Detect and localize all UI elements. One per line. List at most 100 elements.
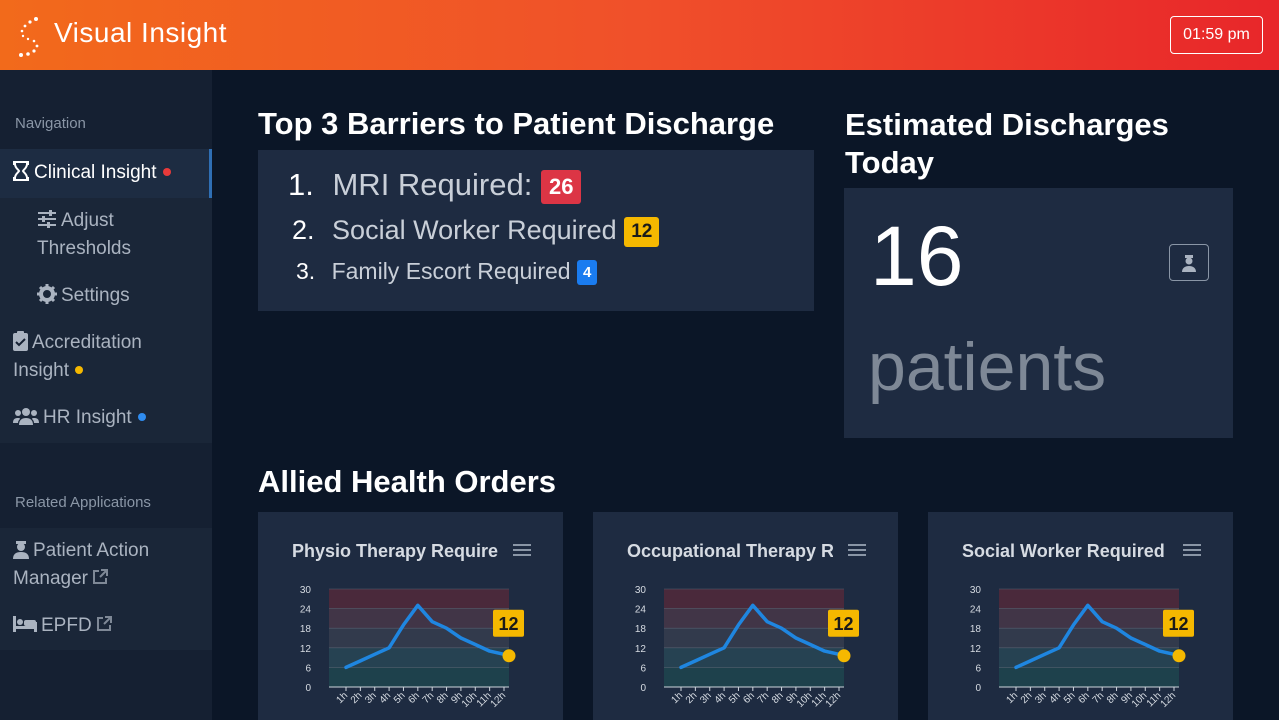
allied-title: Allied Health Orders <box>258 464 557 499</box>
alert-dot <box>137 412 146 421</box>
card-title: Social Worker Required <box>962 541 1165 561</box>
barrier-item-2: 2. Social Worker Required 12 <box>292 215 660 247</box>
alert-dot <box>162 167 171 176</box>
app-title: Visual Insight <box>54 17 228 48</box>
sidebar: Navigation Clinical Insight Adjust Thres… <box>0 70 212 720</box>
allied-card-social-worker: Social Worker Required 0 6 12 18 24 30 1h 2h 3h 4… <box>928 512 1233 720</box>
barrier-count-badge: 26 <box>540 169 582 204</box>
y-tick-label: 30 <box>300 585 312 596</box>
barrier-count-badge: 12 <box>624 216 660 247</box>
y-tick-label: 30 <box>970 585 982 596</box>
y-tick-label: 18 <box>300 624 312 635</box>
users-icon <box>13 407 39 425</box>
y-tick-label: 6 <box>975 663 981 674</box>
allied-card-occupational: Occupational Therapy Required 0 6 12 18 24 30… <box>593 512 898 720</box>
trend-chart: 06121824301h2h3h4h5h6h7h8h9h10h11h12h12 <box>635 585 859 710</box>
discharges-unit: patients <box>868 329 1107 405</box>
discharges-value: 16 <box>870 209 964 303</box>
x-tick-label: 12h <box>824 690 844 710</box>
barriers-panel: 1. MRI Required: 26 2. Social Worker Req… <box>258 150 814 311</box>
discharges-panel: 16 patients <box>844 188 1233 438</box>
barrier-label: Social Worker Required <box>332 215 617 245</box>
threshold-band <box>329 628 509 648</box>
barrier-label: MRI Required: <box>332 167 533 202</box>
y-tick-label: 6 <box>305 663 311 674</box>
barriers-title: Top 3 Barriers to Patient Discharge <box>258 106 775 141</box>
card-title: Occupational Therapy Required <box>627 541 833 561</box>
sidebar-heading-navigation: Navigation <box>15 115 86 132</box>
barrier-item-3: 3. Family Escort Required 4 <box>296 258 598 286</box>
patient-list-button[interactable] <box>1169 244 1209 281</box>
y-tick-label: 30 <box>635 585 647 596</box>
clock-display: 01:59 pm <box>1170 16 1263 54</box>
sidebar-item-settings[interactable]: Settings <box>37 282 130 310</box>
barrier-rank: 3. <box>296 258 316 284</box>
sidebar-item-label: Settings <box>61 285 130 306</box>
sidebar-heading-related: Related Applications <box>15 494 151 511</box>
external-link-icon <box>96 616 112 632</box>
app-header: Visual Insight 01:59 pm <box>0 0 1279 70</box>
threshold-band <box>999 667 1179 687</box>
x-tick-label: 12h <box>1159 690 1179 710</box>
threshold-band <box>664 667 844 687</box>
barrier-rank: 2. <box>292 215 315 245</box>
external-link-icon <box>93 569 108 585</box>
current-value-label: 12 <box>498 614 518 634</box>
x-tick-label: 12h <box>489 690 509 710</box>
current-value-label: 12 <box>1168 614 1188 634</box>
y-tick-label: 12 <box>635 644 647 655</box>
threshold-band <box>664 608 844 629</box>
threshold-band <box>329 608 509 629</box>
y-tick-label: 0 <box>640 683 646 694</box>
threshold-band <box>999 628 1179 648</box>
spiral-logo-icon <box>19 17 39 57</box>
sidebar-item-hr-insight[interactable]: HR Insight <box>13 404 146 432</box>
hourglass-icon <box>13 160 29 181</box>
threshold-band <box>664 628 844 648</box>
sliders-icon <box>38 209 56 228</box>
hamburger-menu-icon[interactable] <box>848 543 866 557</box>
trend-chart: 06121824301h2h3h4h5h6h7h8h9h10h11h12h12 <box>970 585 1194 710</box>
gear-icon <box>37 283 57 304</box>
y-tick-label: 18 <box>970 624 982 635</box>
barrier-item-1: 1. MRI Required: 26 <box>288 167 582 204</box>
current-value-marker <box>837 649 851 663</box>
sidebar-item-epfd[interactable]: EPFD <box>13 612 112 640</box>
hamburger-menu-icon[interactable] <box>1183 543 1201 557</box>
y-tick-label: 24 <box>300 605 312 616</box>
barrier-rank: 1. <box>288 167 314 202</box>
hamburger-menu-icon[interactable] <box>513 543 531 557</box>
sidebar-item-label: Patient Action Manager <box>13 540 150 589</box>
user-nurse-icon <box>13 540 29 559</box>
sidebar-item-patient-action-manager[interactable]: Patient Action Manager <box>13 537 198 593</box>
sidebar-item-label: HR Insight <box>43 407 132 428</box>
threshold-band <box>999 608 1179 629</box>
bed-icon <box>13 615 37 632</box>
current-value-marker <box>502 649 516 663</box>
y-tick-label: 12 <box>970 644 982 655</box>
discharges-title: Estimated Discharges Today <box>845 107 1169 180</box>
current-value-marker <box>1172 649 1186 663</box>
card-title: Physio Therapy Required <box>292 541 498 561</box>
trend-chart: 06121824301h2h3h4h5h6h7h8h9h10h11h12h12 <box>300 585 524 710</box>
alert-dot <box>74 365 83 374</box>
y-tick-label: 0 <box>305 683 311 694</box>
sidebar-item-clinical-insight[interactable]: Clinical Insight <box>12 159 171 187</box>
y-tick-label: 18 <box>635 624 647 635</box>
y-tick-label: 24 <box>970 605 982 616</box>
y-tick-label: 6 <box>640 663 646 674</box>
sidebar-item-label: EPFD <box>41 615 92 636</box>
threshold-band <box>329 667 509 687</box>
allied-card-physio: Physio Therapy Required 0 6 12 18 24 30 1h 2h 3h… <box>258 512 563 720</box>
y-tick-label: 0 <box>975 683 981 694</box>
y-tick-label: 24 <box>635 605 647 616</box>
sidebar-item-accreditation-insight[interactable]: Accreditation Insight <box>13 329 193 385</box>
user-nurse-icon <box>1182 254 1196 272</box>
barrier-label: Family Escort Required <box>331 258 571 284</box>
barrier-count-badge: 4 <box>577 260 598 286</box>
sidebar-item-adjust-thresholds[interactable]: Adjust Thresholds <box>37 207 197 263</box>
clipboard-check-icon <box>13 330 28 351</box>
sidebar-item-label: Clinical Insight <box>34 162 157 183</box>
y-tick-label: 12 <box>300 644 312 655</box>
current-value-label: 12 <box>833 614 853 634</box>
